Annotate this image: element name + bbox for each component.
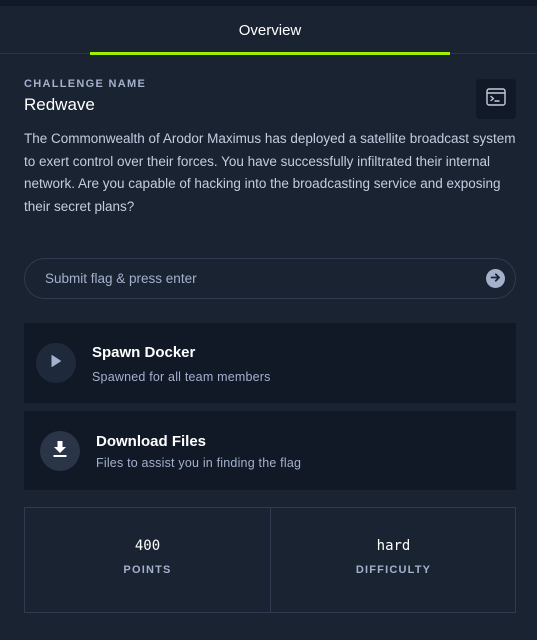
download-files-subtitle: Files to assist you in finding the flag <box>96 456 302 470</box>
challenge-stats: 400 POINTS hard DIFFICULTY <box>24 507 516 613</box>
challenge-title: Redwave <box>24 95 95 114</box>
challenge-name-label: CHALLENGE NAME <box>24 78 147 90</box>
points-value: 400 <box>134 538 161 554</box>
difficulty-stat: hard DIFFICULTY <box>271 508 516 612</box>
spawn-docker-subtitle: Spawned for all team members <box>92 370 271 384</box>
points-label: POINTS <box>123 564 172 576</box>
spawn-docker-card[interactable]: Spawn Docker Spawned for all team member… <box>24 323 516 403</box>
spawn-docker-button[interactable] <box>36 343 76 383</box>
active-tab-indicator <box>90 52 450 55</box>
download-files-card[interactable]: Download Files Files to assist you in fi… <box>24 411 516 490</box>
challenge-description: The Commonwealth of Arodor Maximus has d… <box>24 131 516 214</box>
download-files-title: Download Files <box>96 433 207 450</box>
flag-input[interactable] <box>45 259 475 298</box>
terminal-window-icon <box>486 87 506 111</box>
play-icon <box>50 354 62 373</box>
points-stat: 400 POINTS <box>25 508 271 612</box>
tab-overview-label: Overview <box>238 21 302 39</box>
submit-flag-button[interactable] <box>486 269 505 288</box>
tab-overview[interactable]: Overview <box>90 6 450 55</box>
tab-bar: Overview <box>0 6 537 55</box>
arrow-right-circle-icon <box>490 270 501 288</box>
spawn-docker-title: Spawn Docker <box>92 344 196 361</box>
download-files-button[interactable] <box>40 431 80 471</box>
difficulty-value: hard <box>376 538 411 554</box>
difficulty-label: DIFFICULTY <box>355 564 432 576</box>
console-button[interactable] <box>476 79 516 119</box>
flag-field <box>24 258 516 299</box>
download-icon <box>52 440 68 463</box>
